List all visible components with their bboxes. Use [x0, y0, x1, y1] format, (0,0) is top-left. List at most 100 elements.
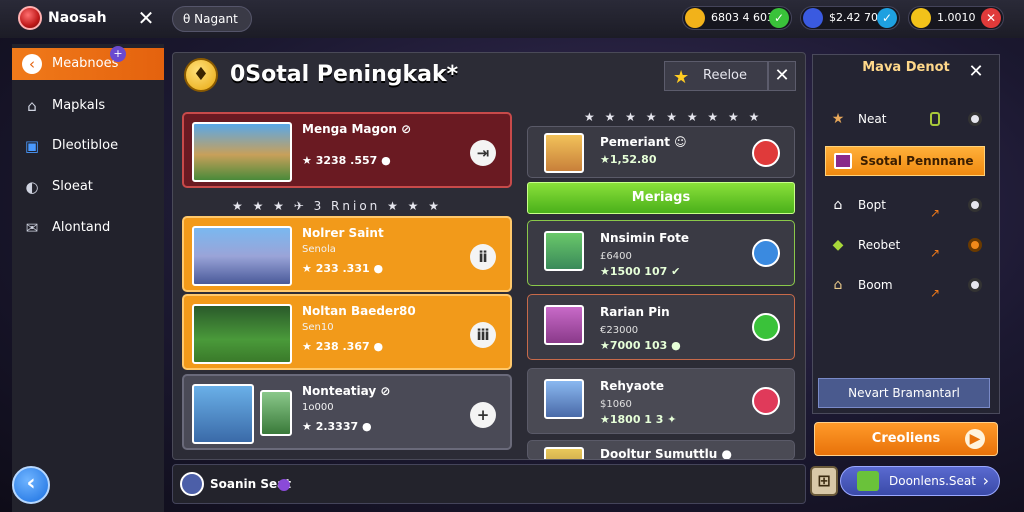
coin-icon [685, 8, 705, 28]
sidebar-item-label: Dleotibloe [52, 138, 119, 153]
bottom-pill-button[interactable]: Doonlens.Seat › [840, 466, 1000, 496]
list-item[interactable]: Menga Magon ⊘ ★ 3238 .557 ● ⇥ [182, 112, 512, 188]
player-name: Pemeriant ☺ [600, 135, 687, 149]
main-close-button[interactable]: ✕ [768, 61, 796, 91]
card-name: Nolrer Saint [302, 226, 384, 240]
panel-row-reobet[interactable]: ◆ Reobet ↗ [822, 230, 990, 260]
card-subtitle: Sen10 [302, 322, 334, 333]
avatar [544, 379, 584, 419]
panel-row-boom[interactable]: ⌂ Boom ↗ [822, 270, 990, 300]
app-logo-icon [18, 6, 42, 30]
panel-row-active[interactable]: Ssotal Pennnane [825, 146, 985, 176]
home-icon: ⌂ [27, 97, 37, 115]
status-ring-icon[interactable] [752, 239, 780, 267]
resource-gold: 1.0010 ✕ [908, 6, 1004, 30]
card-score: ★ 2.3337 ● [302, 420, 372, 433]
avatar [544, 231, 584, 271]
cta-button[interactable]: Creoliens ▶ [814, 422, 998, 456]
active-row-icon [834, 153, 852, 169]
sidebar-item-alontand[interactable]: ✉ Alontand [12, 212, 164, 244]
player-subtitle: €23000 [600, 325, 639, 336]
radio-icon[interactable] [968, 112, 982, 126]
active-row-label: Ssotal Pennnane [860, 154, 974, 168]
resource-gems-value: $2.42 70 [829, 11, 878, 24]
card-name: Menga Magon ⊘ [302, 122, 412, 136]
list-item[interactable]: Nnsimin Fote £6400 ★1500 107 ✔ [527, 220, 795, 286]
card-score: ★ 238 .367 ● [302, 340, 384, 353]
play-arrow-icon: ▶ [965, 429, 985, 449]
section-divider: ★ ★ ★ ✈ 3 Rnion ★ ★ ★ [232, 199, 442, 213]
add-coins-button[interactable]: ✓ [769, 8, 789, 28]
sidebar-item-mapkals[interactable]: ⌂ Mapkals [12, 90, 164, 122]
player-name: Nnsimin Fote [600, 231, 690, 245]
radio-icon[interactable] [968, 278, 982, 292]
add-badge-icon[interactable]: + [110, 46, 126, 62]
arrow-icon: ↗ [930, 286, 941, 300]
card-thumbnail [192, 384, 254, 444]
rating-stars: ★ ★ ★ ★ ★ ★ ★ ★ ★ [584, 110, 763, 124]
header-button[interactable]: ★ Reeloe [664, 61, 768, 91]
bottom-pill-label: Doonlens.Seat [889, 474, 976, 488]
panel-row-neat[interactable]: ★ Neat [822, 104, 990, 134]
green-action-button[interactable]: Meriags [527, 182, 795, 214]
status-ring-icon[interactable] [752, 313, 780, 341]
list-item[interactable]: Rarian Pin €23000 ★7000 103 ● [527, 294, 795, 360]
sidebar-item-meabnoes[interactable]: ‹ Meabnoes + [12, 46, 164, 80]
sidebar-item-label: Mapkals [52, 98, 106, 113]
player-score: ★1800 1 3 ✦ [600, 413, 677, 426]
card-action-button[interactable]: ⅲ [470, 322, 496, 348]
card-action-button[interactable]: ⇥ [470, 140, 496, 166]
right-panel-close-button[interactable]: ✕ [966, 62, 986, 82]
card-action-button[interactable]: + [470, 402, 496, 428]
card-thumbnail [192, 122, 292, 182]
panel-row-bopt[interactable]: ⌂ Bopt ↗ [822, 190, 990, 220]
resource-gems: $2.42 70 ✓ [800, 6, 900, 30]
list-item[interactable]: Nolrer Saint Senola ★ 233 .331 ● ⅱ [182, 216, 512, 292]
player-name: Rarian Pin [600, 305, 670, 319]
house-icon: ⌂ [833, 277, 843, 293]
gem-icon [803, 8, 823, 28]
list-item[interactable]: Pemeriant ☺ ★1,52.80 [527, 126, 795, 178]
close-icon[interactable]: ✕ [134, 6, 158, 30]
panel-row-label: Neat [858, 112, 887, 126]
header-button-label: Reeloe [703, 68, 748, 83]
resource-gold-value: 1.0010 [937, 11, 976, 24]
list-item[interactable]: Noltan Baeder80 Sen10 ★ 238 .367 ● ⅲ [182, 294, 512, 370]
avatar [180, 472, 204, 496]
avatar [544, 305, 584, 345]
add-gems-button[interactable]: ✓ [877, 8, 897, 28]
card-action-button[interactable]: ⅱ [470, 244, 496, 270]
resource-coins: 6803 4 603 ✓ [682, 6, 792, 30]
back-icon: ‹ [22, 54, 42, 74]
house-icon: ⌂ [833, 197, 843, 213]
list-item[interactable]: Nonteatiay ⊘ 1o000 ★ 2.3337 ● + [182, 374, 512, 450]
status-dot-icon [278, 479, 290, 491]
card-thumbnail [192, 304, 292, 364]
card-score: ★ 3238 .557 ● [302, 154, 391, 167]
player-name: Rehyaote [600, 379, 664, 393]
box-icon: ▣ [24, 137, 40, 155]
panel-bottom-button[interactable]: Nevart Bramantarl [818, 378, 990, 408]
card-thumbnail [192, 226, 292, 286]
star-icon: ★ [673, 67, 690, 88]
key-icon: ♦ [184, 58, 218, 92]
list-item[interactable]: Dooltur Sumuttlu ● [527, 440, 795, 460]
nav-pill-button[interactable]: θ Nagant [172, 6, 252, 32]
grid-button[interactable]: ⊞ [810, 466, 838, 496]
status-ring-icon[interactable] [752, 139, 780, 167]
back-fab-button[interactable]: ‹ [12, 466, 50, 504]
player-name: Dooltur Sumuttlu ● [600, 447, 732, 460]
sidebar-item-label: Alontand [52, 220, 111, 235]
sidebar-item-sloeat[interactable]: ◐ Sloeat [12, 171, 164, 203]
radio-icon[interactable] [968, 198, 982, 212]
player-score: ★1,52.80 [600, 153, 657, 166]
radio-icon[interactable] [968, 238, 982, 252]
close-resource-button[interactable]: ✕ [981, 8, 1001, 28]
card-subtitle: Senola [302, 244, 336, 255]
panel-row-label: Bopt [858, 198, 886, 212]
status-ring-icon[interactable] [752, 387, 780, 415]
list-item[interactable]: Rehyaote $1060 ★1800 1 3 ✦ [527, 368, 795, 434]
sidebar: ‹ Meabnoes + ⌂ Mapkals ▣ Dleotibloe ◐ Sl… [12, 44, 164, 512]
sidebar-item-dleotibloe[interactable]: ▣ Dleotibloe [12, 130, 164, 162]
gift-icon [857, 471, 879, 491]
